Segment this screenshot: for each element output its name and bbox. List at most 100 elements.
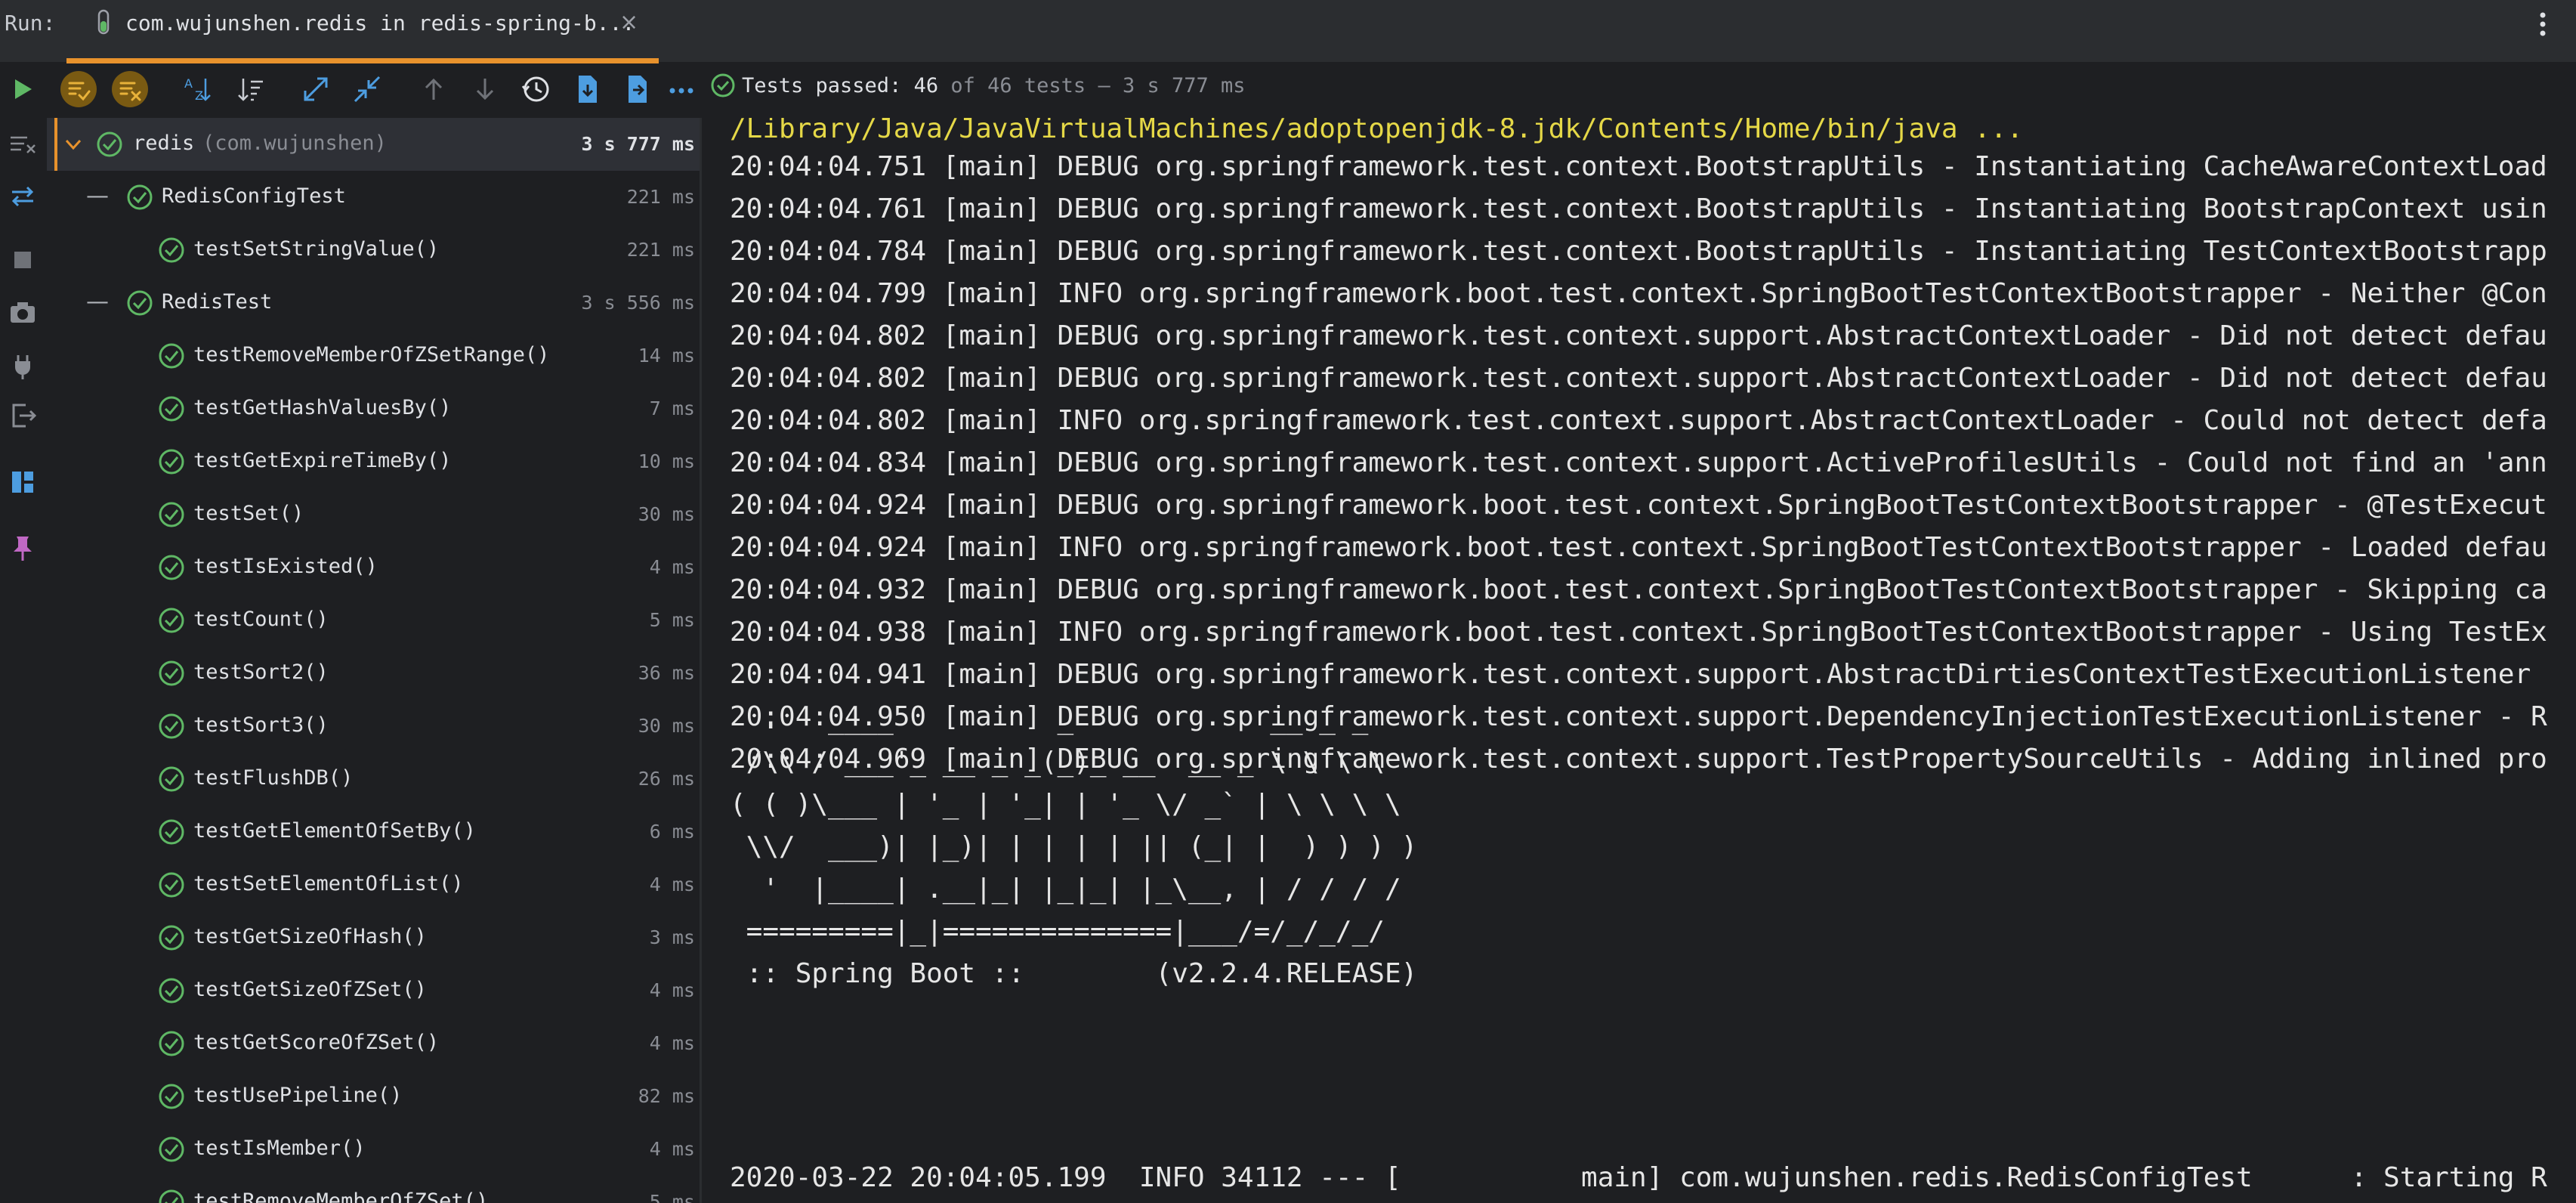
test-duration: 221 ms [626, 186, 695, 208]
spring-banner-line: =========|_|==============|___/=/_/_/_/ [730, 916, 1385, 947]
run-label: Run: [5, 11, 56, 36]
test-method-label: testIsMember() [193, 1137, 366, 1160]
test-package-label: (com.wujunshen) [202, 131, 387, 155]
test-method-label: testGetSizeOfHash() [193, 925, 427, 948]
passed-check-icon [157, 342, 186, 370]
passed-check-icon [157, 1188, 186, 1203]
import-file-icon [579, 76, 597, 103]
exit-button[interactable] [6, 399, 39, 432]
show-passed-toggle[interactable] [59, 70, 98, 109]
test-duration: 10 ms [638, 450, 695, 472]
test-results-tree: redis (com.wujunshen) 3 s 777 ms — RedisConf… [47, 118, 700, 1203]
spring-banner-line: . ____ _ __ _ _ [730, 704, 1369, 735]
test-tree-root[interactable]: redis (com.wujunshen) 3 s 777 ms [47, 118, 700, 171]
log-line: 20:04:04.802 [main] INFO org.springframe… [730, 405, 2547, 436]
stop-button[interactable] [6, 243, 39, 277]
test-method-node[interactable]: testSetStringValue() 221 ms [47, 224, 700, 277]
next-failed-test-button[interactable] [465, 70, 505, 109]
test-duration: 3 s 556 ms [581, 292, 695, 314]
stop-icon [14, 252, 31, 268]
sort-alphabetically-button[interactable]: A Z [178, 70, 218, 109]
passed-check-icon [157, 606, 186, 635]
test-method-label: testSort3() [193, 713, 329, 737]
test-method-node[interactable]: testSort3() 30 ms [47, 700, 700, 753]
passed-check-icon [125, 289, 154, 317]
passed-check-icon [157, 553, 186, 582]
test-method-label: testSort2() [193, 660, 329, 684]
rerun-button[interactable] [3, 70, 42, 109]
test-method-node[interactable]: testSetElementOfList() 4 ms [47, 858, 700, 911]
test-duration: 221 ms [626, 239, 695, 261]
more-options-icon[interactable] [2534, 8, 2552, 41]
test-method-node[interactable]: testRemoveMemberOfZSetRange() 14 ms [47, 329, 700, 382]
test-history-button[interactable] [517, 70, 556, 109]
export-tests-button[interactable] [618, 70, 657, 109]
collapse-node-icon[interactable]: — [86, 289, 109, 315]
passed-check-icon [157, 818, 186, 846]
close-tab-icon[interactable]: × [619, 9, 638, 36]
test-method-node[interactable]: testSet() 30 ms [47, 488, 700, 541]
clear-console-button[interactable] [6, 128, 39, 162]
passed-check-icon [157, 976, 186, 1005]
test-method-node[interactable]: testSort2() 36 ms [47, 647, 700, 700]
show-passed-icon [60, 71, 97, 107]
log-line: 20:04:04.834 [main] DEBUG org.springfram… [730, 447, 2547, 478]
tests-passed-count: 46 [913, 74, 939, 97]
test-method-node[interactable]: testGetScoreOfZSet() 4 ms [47, 1017, 700, 1070]
previous-failed-test-button[interactable] [414, 70, 453, 109]
collapse-all-button[interactable] [347, 70, 387, 109]
dump-threads-button[interactable] [6, 296, 39, 329]
collapse-node-icon[interactable]: — [86, 183, 109, 209]
plugin-button[interactable] [6, 349, 39, 382]
console-output[interactable]: /Library/Java/JavaVirtualMachines/adopto… [703, 118, 2576, 1203]
layout-icon [12, 472, 33, 493]
layout-button[interactable] [6, 465, 39, 499]
log-line: 20:04:04.932 [main] DEBUG org.springfram… [730, 574, 2547, 605]
test-method-node[interactable]: testIsExisted() 4 ms [47, 541, 700, 594]
test-method-node[interactable]: testFlushDB() 26 ms [47, 753, 700, 806]
show-ignored-toggle[interactable] [110, 70, 150, 109]
passed-check-icon [157, 500, 186, 529]
test-method-node[interactable]: testGetSizeOfZSet() 4 ms [47, 964, 700, 1017]
ellipsis-icon [669, 88, 693, 94]
run-config-tab[interactable]: com.wujunshen.redis in redis-spring-b...… [66, 0, 659, 63]
test-class-node[interactable]: — RedisConfigTest 221 ms [47, 171, 700, 224]
pane-divider[interactable] [700, 118, 702, 1203]
test-class-node[interactable]: — RedisTest 3 s 556 ms [47, 277, 700, 329]
test-duration: 26 ms [638, 768, 695, 790]
test-method-label: testUsePipeline() [193, 1084, 403, 1107]
expand-all-button[interactable] [296, 70, 335, 109]
left-tool-strip [0, 118, 45, 1203]
test-duration: 5 ms [649, 1191, 695, 1203]
test-method-label: testGetHashValuesBy() [193, 396, 452, 419]
test-duration: 3 ms [649, 926, 695, 948]
test-method-node[interactable]: testRemoveMemberOfZSet() 5 ms [47, 1176, 700, 1203]
import-tests-button[interactable] [568, 70, 607, 109]
test-duration: 4 ms [649, 979, 695, 1001]
test-duration: 6 ms [649, 821, 695, 843]
test-method-node[interactable]: testIsMember() 4 ms [47, 1123, 700, 1176]
test-method-label: testFlushDB() [193, 766, 354, 790]
test-method-node[interactable]: testCount() 5 ms [47, 594, 700, 647]
toggle-swap-button[interactable] [6, 180, 39, 213]
test-method-label: testSetElementOfList() [193, 872, 464, 895]
sort-duration-icon [238, 79, 263, 101]
sort-by-duration-button[interactable] [231, 70, 270, 109]
test-duration: 82 ms [638, 1085, 695, 1107]
test-method-node[interactable]: testGetSizeOfHash() 3 ms [47, 911, 700, 964]
chevron-down-icon[interactable] [60, 131, 86, 157]
pin-tab-button[interactable] [6, 530, 39, 564]
test-method-label: testSet() [193, 502, 304, 525]
spring-banner-line: :: Spring Boot :: (v2.2.4.RELEASE) [730, 958, 1418, 989]
passed-check-icon [157, 659, 186, 688]
test-method-node[interactable]: testGetExpireTimeBy() 10 ms [47, 435, 700, 488]
log-line: 20:04:04.802 [main] DEBUG org.springfram… [730, 363, 2547, 394]
passed-check-icon [157, 923, 186, 952]
test-method-node[interactable]: testGetElementOfSetBy() 6 ms [47, 806, 700, 858]
passed-check-icon [157, 1029, 186, 1058]
show-ignored-icon [112, 71, 148, 107]
passed-check-icon [95, 130, 124, 159]
more-toolbar-button[interactable] [662, 70, 701, 109]
test-method-node[interactable]: testUsePipeline() 82 ms [47, 1070, 700, 1123]
test-method-node[interactable]: testGetHashValuesBy() 7 ms [47, 382, 700, 435]
